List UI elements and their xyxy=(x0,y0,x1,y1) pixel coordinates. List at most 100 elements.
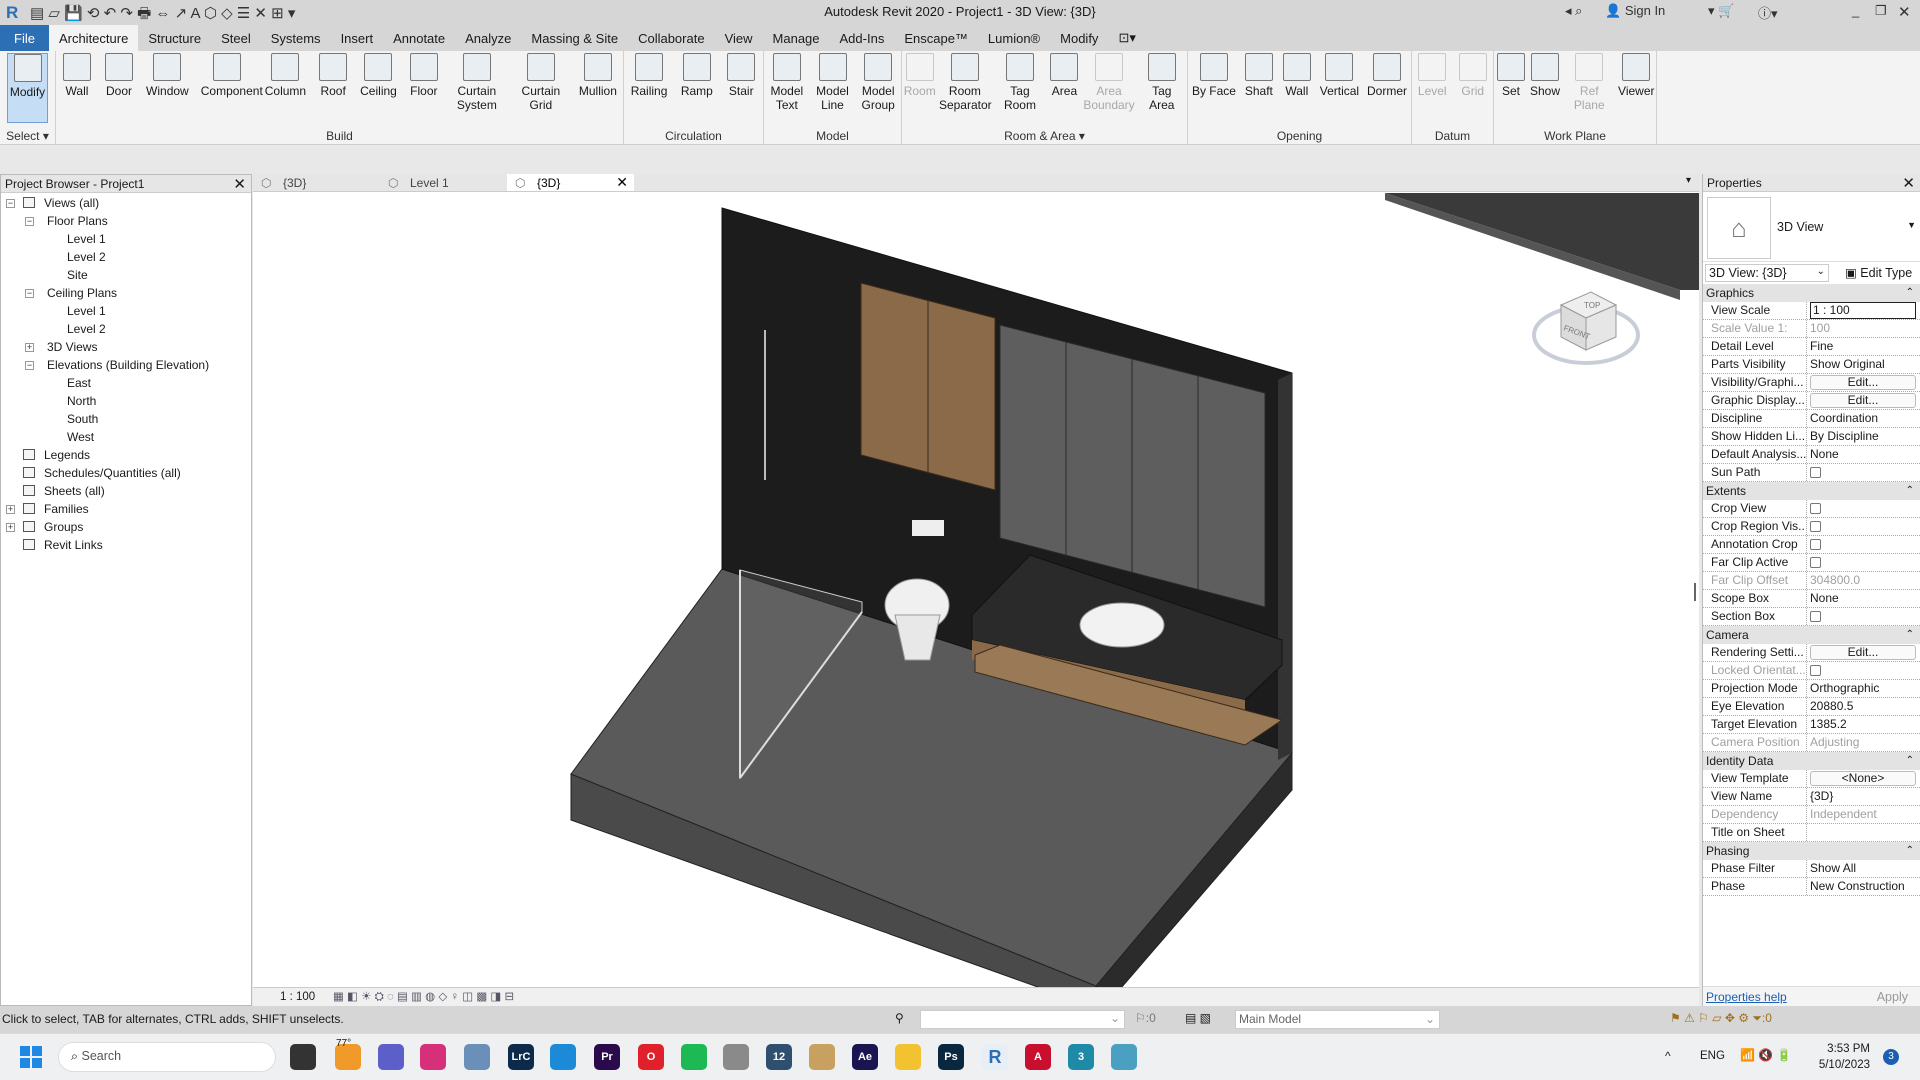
expand-icon[interactable]: + xyxy=(6,505,15,514)
design-options-icon[interactable]: ▤ ▧ xyxy=(1185,1011,1211,1025)
expand-icon[interactable]: + xyxy=(25,343,34,352)
collapse-icon[interactable]: ⌃ xyxy=(1906,842,1914,860)
edit-type-button[interactable]: ▣ Edit Type xyxy=(1845,265,1912,280)
property-group-header[interactable]: Identity Data ⌃ xyxy=(1703,752,1920,770)
tree-item[interactable]: +3D Views xyxy=(1,338,251,356)
collapse-icon[interactable]: − xyxy=(25,217,34,226)
area-button[interactable]: Area xyxy=(1047,53,1081,123)
tab-enscape-[interactable]: Enscape™ xyxy=(894,25,978,51)
window-button[interactable]: Window xyxy=(144,53,191,123)
worksets-icon[interactable]: ⚲ xyxy=(895,1011,904,1025)
collapse-icon[interactable]: − xyxy=(25,289,34,298)
taskbar-app-icon[interactable] xyxy=(464,1044,490,1070)
checkbox[interactable] xyxy=(1810,467,1821,478)
door-button[interactable]: Door xyxy=(102,53,136,123)
view-scale[interactable]: 1 : 100 xyxy=(280,991,315,1003)
editing-requests-icon[interactable]: ⚐:0 xyxy=(1135,1011,1156,1025)
curtain-system-button[interactable]: Curtain System xyxy=(449,53,505,123)
panel-label[interactable]: Room & Area ▾ xyxy=(902,129,1187,143)
tree-item[interactable]: Schedules/Quantities (all) xyxy=(1,464,251,482)
tree-item[interactable]: Revit Links xyxy=(1,536,251,554)
wall-button[interactable]: Wall xyxy=(1280,53,1314,123)
edit-button[interactable]: Edit... xyxy=(1810,375,1916,390)
property-value[interactable] xyxy=(1807,554,1920,571)
help-icon[interactable]: ⓘ▾ xyxy=(1758,3,1778,22)
tab-analyze[interactable]: Analyze xyxy=(455,25,521,51)
ceiling-button[interactable]: Ceiling xyxy=(358,53,399,123)
property-value[interactable]: {3D} xyxy=(1807,788,1920,805)
tree-item[interactable]: West xyxy=(1,428,251,446)
checkbox[interactable] xyxy=(1810,503,1821,514)
taskbar-app-icon[interactable] xyxy=(895,1044,921,1070)
level-button[interactable]: Level xyxy=(1415,53,1449,123)
floor-button[interactable]: Floor xyxy=(407,53,441,123)
property-value[interactable]: Orthographic xyxy=(1807,680,1920,697)
selection-toggles[interactable]: ⚑ ⚠ ⚐ ▱ ✥ ⚙ ⏷:0 xyxy=(1670,1011,1772,1026)
taskbar-app-icon[interactable]: Ae xyxy=(852,1044,878,1070)
3d-viewport[interactable]: TOP FRONT xyxy=(253,193,1699,987)
by-face-button[interactable]: By Face xyxy=(1190,53,1238,123)
mullion-button[interactable]: Mullion xyxy=(577,53,619,123)
property-value[interactable]: 20880.5 xyxy=(1807,698,1920,715)
tab-file[interactable]: File xyxy=(0,25,49,51)
property-value[interactable]: Fine xyxy=(1807,338,1920,355)
taskbar-app-icon[interactable]: 3 xyxy=(1068,1044,1094,1070)
taskbar-app-icon[interactable] xyxy=(1111,1044,1137,1070)
tree-item[interactable]: − Elevations (Building Elevation) xyxy=(1,356,251,374)
taskbar-app-icon[interactable]: LrC xyxy=(508,1044,534,1070)
tab-manage[interactable]: Manage xyxy=(763,25,830,51)
taskbar-app-icon[interactable] xyxy=(378,1044,404,1070)
property-value[interactable]: Edit... xyxy=(1807,374,1920,391)
property-value[interactable]: None xyxy=(1807,446,1920,463)
tab-insert[interactable]: Insert xyxy=(331,25,384,51)
ref-plane-button[interactable]: Ref Plane xyxy=(1562,53,1617,123)
taskbar-app-icon[interactable] xyxy=(420,1044,446,1070)
wall-button[interactable]: Wall xyxy=(60,53,94,123)
collapse-icon[interactable]: ⌃ xyxy=(1906,482,1914,500)
close-icon[interactable]: ✕ xyxy=(233,175,246,193)
windows-start-icon[interactable] xyxy=(20,1046,42,1068)
checkbox[interactable] xyxy=(1810,521,1821,532)
taskbar-app-icon[interactable]: 12 xyxy=(766,1044,792,1070)
chevron-down-icon[interactable]: ▼ xyxy=(1907,220,1916,230)
property-value[interactable]: Show Original xyxy=(1807,356,1920,373)
contextual-tab-toggle[interactable]: ⊡▾ xyxy=(1108,25,1145,51)
property-value[interactable]: Coordination xyxy=(1807,410,1920,427)
collapse-icon[interactable]: ⌃ xyxy=(1906,752,1914,770)
area-boundary-button[interactable]: Area Boundary xyxy=(1081,53,1136,123)
room-button[interactable]: Room xyxy=(902,53,937,123)
tree-item[interactable]: Level 2 xyxy=(1,248,251,266)
roof-button[interactable]: Roof xyxy=(316,53,350,123)
component-button[interactable]: Component xyxy=(199,53,263,123)
property-value[interactable]: 1385.2 xyxy=(1807,716,1920,733)
property-value[interactable] xyxy=(1807,824,1920,841)
property-value[interactable] xyxy=(1807,518,1920,535)
tree-item[interactable]: East xyxy=(1,374,251,392)
tree-item[interactable]: − Ceiling Plans xyxy=(1,284,251,302)
instance-selector[interactable]: 3D View: {3D} ⌄ xyxy=(1705,264,1829,282)
set-button[interactable]: Set xyxy=(1494,53,1528,123)
tree-item[interactable]: Level 1 xyxy=(1,230,251,248)
taskbar-app-icon[interactable] xyxy=(809,1044,835,1070)
tag-room-button[interactable]: Tag Room xyxy=(992,53,1047,123)
property-group-header[interactable]: Camera ⌃ xyxy=(1703,626,1920,644)
cart-icon[interactable]: ▾ 🛒 xyxy=(1708,3,1734,19)
close-tab-icon[interactable]: ✕ xyxy=(616,174,628,191)
tab-architecture[interactable]: Architecture xyxy=(48,25,139,51)
property-group-header[interactable]: Graphics ⌃ xyxy=(1703,284,1920,302)
taskbar-search[interactable]: ⌕ Search xyxy=(58,1042,276,1072)
properties-help-link[interactable]: Properties help xyxy=(1706,990,1787,1004)
dormer-button[interactable]: Dormer xyxy=(1365,53,1409,123)
taskbar-app-icon[interactable]: A xyxy=(1025,1044,1051,1070)
notification-badge[interactable]: 3 xyxy=(1883,1049,1899,1065)
close-icon[interactable]: ✕ xyxy=(1902,174,1915,192)
tree-item[interactable]: Level 2 xyxy=(1,320,251,338)
network-volume-battery-icons[interactable]: 📶 🔇 🔋 xyxy=(1740,1048,1792,1062)
room-separator-button[interactable]: Room Separator xyxy=(937,53,992,123)
model-text-button[interactable]: Model Text xyxy=(764,53,810,123)
view-scale-input[interactable]: 1 : 100 xyxy=(1810,302,1916,319)
tab-lumion-[interactable]: Lumion® xyxy=(978,25,1050,51)
stair-button[interactable]: Stair xyxy=(724,53,758,123)
design-option-dropdown[interactable]: Main Model ⌄ xyxy=(1235,1010,1440,1029)
minimize-button[interactable]: _ xyxy=(1852,3,1859,18)
